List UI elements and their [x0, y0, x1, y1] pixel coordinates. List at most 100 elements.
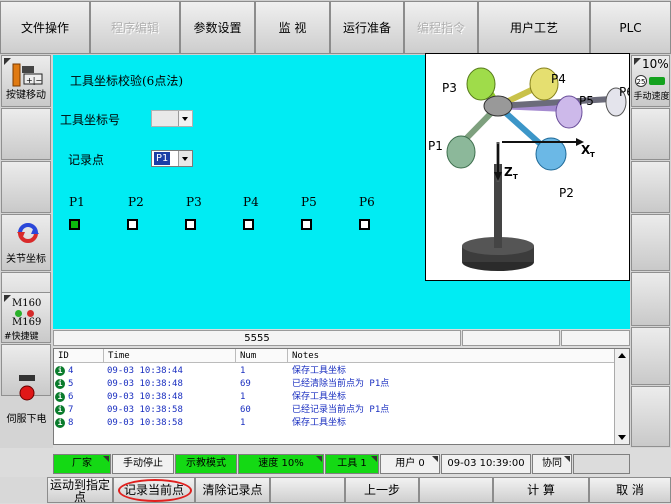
log-row-time: 09-03 10:38:58 [107, 405, 183, 415]
log-row[interactable]: i 6 09-03 10:38:48 1 保存工具坐标 [54, 391, 616, 404]
joint-coord-button[interactable]: 关节坐标 [1, 214, 51, 271]
info-icon: i [55, 379, 65, 389]
menu-program-edit[interactable]: 程序编辑 [90, 1, 180, 54]
prev-step-button[interactable]: 上一步 [345, 477, 419, 503]
servo-power-icon [19, 375, 35, 401]
menu-file-ops[interactable]: 文件操作 [0, 1, 90, 54]
log-row[interactable]: i 4 09-03 10:38:44 1 保存工具坐标 [54, 365, 616, 378]
menu-program-instr[interactable]: 编程指令 [404, 1, 478, 54]
log-header-time: Time [104, 349, 236, 363]
log-header-notes: Notes [288, 349, 616, 363]
log-table: ID Time Num Notes i 4 09-03 10:38:44 1 保… [53, 348, 630, 445]
speed-dial-icon: 25 [635, 75, 647, 87]
scroll-down-icon[interactable] [618, 435, 626, 440]
diagram-label-p5: P5 [579, 94, 594, 108]
m169-led-icon [27, 310, 34, 317]
status-vendor[interactable]: 厂家 [53, 454, 111, 474]
cancel-button[interactable]: 取 消 [589, 477, 671, 503]
right-blank-button-6[interactable] [631, 386, 670, 447]
svg-text:+|−: +|− [26, 76, 42, 85]
speed-percent: 10% [642, 57, 669, 71]
compute-button[interactable]: 计 算 [493, 477, 589, 503]
m160-led-icon [15, 310, 22, 317]
log-scrollbar[interactable] [614, 349, 629, 444]
point-label-p5: P5 [301, 195, 317, 209]
joint-coord-label: 关节坐标 [6, 254, 46, 265]
log-row[interactable]: i 7 09-03 10:38:58 60 已经记录当前点为 P1点 [54, 404, 616, 417]
log-row-time: 09-03 10:38:48 [107, 379, 183, 389]
bottom-toolbar: 运动到指定点 记录当前点 清除记录点 上一步 计 算 取 消 [0, 477, 671, 503]
right-blank-button-2[interactable] [631, 161, 670, 213]
corner-marker-icon [4, 295, 11, 302]
corner-marker-icon [371, 456, 377, 462]
status-speed[interactable]: 速度 10% [238, 454, 324, 474]
right-blank-button-3[interactable] [631, 214, 670, 271]
jog-move-button[interactable]: +|− 按键移动 [1, 55, 51, 107]
log-row-num: 1 [240, 366, 246, 376]
record-point-select[interactable]: P1 [151, 150, 193, 167]
log-row-num: 1 [240, 392, 246, 402]
menu-param-settings[interactable]: 参数设置 [180, 1, 255, 54]
top-menu-bar: 文件操作 程序编辑 参数设置 监 视 运行准备 编程指令 用户工艺 PLC [0, 0, 671, 55]
highlight-ring [118, 479, 192, 502]
log-row-num: 1 [240, 418, 246, 428]
manual-speed-button[interactable]: 10% 25 手动速度 [631, 55, 670, 107]
log-row-num: 69 [240, 379, 251, 389]
status-user-label: 用户 0 [395, 458, 425, 469]
speed-hand-icon [649, 77, 665, 85]
diagram-label-p3: P3 [442, 81, 457, 95]
right-blank-button-5[interactable] [631, 327, 670, 385]
servo-off-label: 伺服下电 [6, 414, 47, 425]
jog-move-label: 按键移动 [6, 90, 46, 101]
tool-no-label: 工具坐标号 [60, 113, 121, 127]
left-blank-button-1[interactable] [1, 108, 51, 160]
right-blank-button-4[interactable] [631, 272, 670, 326]
tool-no-select[interactable] [151, 110, 193, 127]
corner-marker-icon [634, 58, 641, 65]
corner-marker-icon [564, 456, 570, 462]
blank-bottom-button-2[interactable] [419, 477, 493, 503]
jog-key-icon: +|− [12, 63, 43, 87]
menu-plc[interactable]: PLC [590, 1, 671, 54]
log-row-note: 保存工具坐标 [292, 418, 347, 428]
status-coop[interactable]: 协同 [532, 454, 572, 474]
status-tool[interactable]: 工具 1 [325, 454, 379, 474]
diagram-axis-z: Z [504, 165, 513, 179]
log-row[interactable]: i 5 09-03 10:38:48 69 已经清除当前点为 P1点 [54, 378, 616, 391]
record-current-point-button[interactable]: 记录当前点 [113, 477, 195, 503]
robot-calibration-illustration: P3 P4 P5 P6 P1 P2 X T Z T [428, 67, 634, 271]
info-icon: i [55, 366, 65, 376]
point-indicator-p5 [301, 219, 312, 230]
point-indicator-p1 [69, 219, 80, 230]
right-panel: 10% 25 手动速度 [630, 55, 671, 448]
move-to-point-button[interactable]: 运动到指定点 [47, 477, 113, 503]
menu-monitor[interactable]: 监 视 [255, 1, 330, 54]
status-manual-stop: 手动停止 [112, 454, 174, 474]
right-blank-button-1[interactable] [631, 108, 670, 160]
menu-run-prep[interactable]: 运行准备 [330, 1, 404, 54]
log-row[interactable]: i 8 09-03 10:38:58 1 保存工具坐标 [54, 417, 616, 430]
page-title: 工具坐标校验(6点法) [70, 74, 183, 88]
diagram-label-p4: P4 [551, 72, 566, 86]
status-blank [573, 454, 630, 474]
log-row-id: 5 [68, 379, 74, 389]
point-indicator-p4 [243, 219, 254, 230]
clear-record-button[interactable]: 清除记录点 [195, 477, 270, 503]
log-row-id: 7 [68, 405, 74, 415]
value-cell-2 [462, 330, 560, 346]
left-blank-button-2[interactable] [1, 161, 51, 213]
scroll-up-icon[interactable] [618, 353, 626, 358]
blank-bottom-button-1[interactable] [270, 477, 345, 503]
log-row-note: 保存工具坐标 [292, 366, 347, 376]
menu-user-process[interactable]: 用户工艺 [478, 1, 590, 54]
point-indicator-p6 [359, 219, 370, 230]
quick-key-button[interactable]: M160 M169 #快捷键 [1, 292, 51, 343]
log-header-num: Num [236, 349, 288, 363]
status-user[interactable]: 用户 0 [380, 454, 440, 474]
value-bar: 5555 [53, 330, 630, 347]
corner-marker-icon [432, 456, 438, 462]
servo-off-button[interactable] [1, 344, 51, 401]
record-point-label: 记录点 [68, 153, 105, 167]
log-row-time: 09-03 10:38:44 [107, 366, 183, 376]
chevron-down-icon [178, 151, 192, 166]
